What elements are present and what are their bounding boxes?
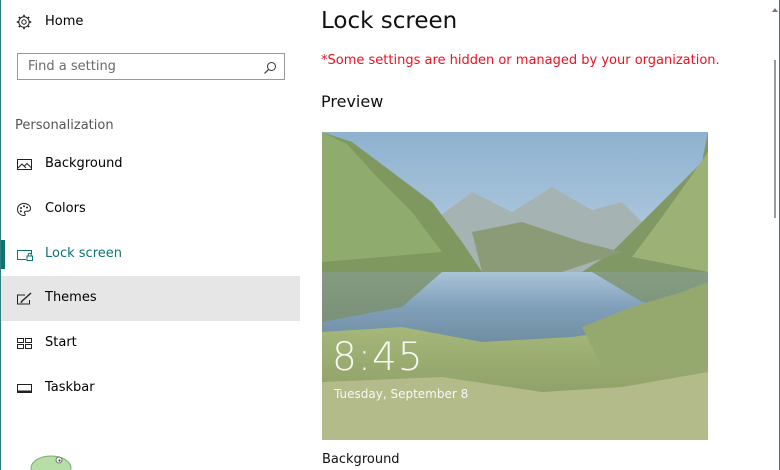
picture-icon: [16, 157, 34, 172]
mascot-illustration: [29, 450, 79, 470]
scrollbar[interactable]: [771, 0, 779, 470]
sidebar-item-label: Taskbar: [45, 380, 95, 395]
sidebar-item-label: Start: [45, 335, 77, 350]
taskbar-icon: [16, 381, 34, 396]
sidebar-item-background[interactable]: Background: [1, 142, 300, 187]
managed-notice: *Some settings are hidden or managed by …: [321, 53, 720, 68]
search-input[interactable]: Find a setting: [17, 53, 285, 80]
sidebar-item-themes[interactable]: Themes: [1, 276, 300, 321]
palette-icon: [16, 202, 34, 217]
search-icon[interactable]: [263, 60, 277, 74]
scroll-thumb[interactable]: [774, 60, 776, 218]
preview-heading: Preview: [321, 92, 384, 111]
search-placeholder: Find a setting: [28, 59, 116, 74]
sidebar-item-colors[interactable]: Colors: [1, 187, 300, 232]
start-icon: [16, 336, 34, 351]
sidebar-item-taskbar[interactable]: Taskbar: [1, 366, 300, 411]
home-link[interactable]: Home: [1, 6, 300, 38]
themes-icon: [16, 291, 34, 306]
preview-date: Tuesday, September 8: [334, 387, 469, 401]
sidebar-item-label: Colors: [45, 201, 86, 216]
page-title: Lock screen: [321, 8, 458, 34]
home-label: Home: [45, 14, 84, 29]
background-section-label: Background: [322, 452, 400, 467]
sidebar-item-label: Themes: [45, 290, 97, 305]
sidebar: Home Find a setting Personalization Back…: [1, 0, 300, 470]
scroll-up-arrow-icon[interactable]: [772, 0, 778, 12]
sidebar-item-lock-screen[interactable]: Lock screen: [1, 232, 300, 277]
gear-icon: [16, 14, 32, 30]
lock-screen-preview: 8:45 Tuesday, September 8: [322, 132, 708, 440]
section-title-personalization: Personalization: [15, 118, 114, 133]
sidebar-item-start[interactable]: Start: [1, 321, 300, 366]
sidebar-item-label: Background: [45, 156, 123, 171]
sidebar-item-label: Lock screen: [45, 246, 122, 261]
active-indicator: [1, 240, 5, 269]
main-content: Lock screen *Some settings are hidden or…: [300, 0, 770, 470]
preview-clock: 8:45: [332, 335, 424, 380]
lock-screen-icon: [16, 247, 34, 262]
